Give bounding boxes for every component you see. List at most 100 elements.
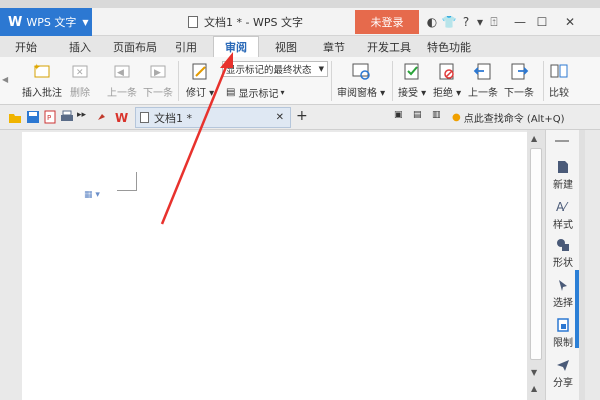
close-icon[interactable]: ✕	[560, 12, 580, 32]
reviewing-pane-icon	[351, 61, 371, 81]
prev-comment-button[interactable]: ◀ 上一条	[107, 61, 137, 99]
reviewing-pane-button[interactable]: 审阅窗格 ▾	[337, 61, 385, 99]
chevron-down-icon: ▼	[318, 65, 324, 73]
select-icon	[556, 278, 570, 292]
sidebar-item-styles[interactable]: A⁄ 样式	[546, 200, 580, 231]
print-icon[interactable]	[60, 110, 74, 124]
sidebar-collapse-icon[interactable]	[555, 140, 569, 142]
scroll-thumb[interactable]	[530, 148, 542, 360]
app-menu-button[interactable]: W WPS 文字 ▼	[0, 8, 92, 36]
tab-view[interactable]: 视图	[268, 36, 304, 57]
open-folder-icon[interactable]	[8, 110, 22, 124]
close-tab-icon[interactable]: ✕	[276, 112, 284, 123]
ribbon-separator	[543, 61, 544, 101]
sidebar-item-share[interactable]: 分享	[546, 358, 580, 389]
ribbon-separator	[178, 61, 179, 101]
window-title: 文档1 * - WPS 文字	[188, 8, 303, 36]
insert-comment-button[interactable]: ✦ 插入批注	[22, 61, 62, 99]
app-name: WPS 文字	[26, 16, 77, 29]
layout-icon[interactable]: ▤	[413, 110, 427, 124]
restrict-icon	[556, 318, 570, 332]
show-markup-icon: ▤	[226, 87, 236, 98]
export-pdf-icon[interactable]: P	[43, 110, 57, 124]
tab-developer[interactable]: 开发工具	[362, 36, 416, 57]
minimize-icon[interactable]: —	[510, 12, 530, 32]
ribbon-scroll-left-icon[interactable]: ◀	[2, 75, 8, 84]
find-command-box[interactable]: ● 点此查找命令 (Alt+Q)	[452, 110, 565, 125]
wps-logo-icon[interactable]: W	[115, 110, 129, 125]
sidebar-item-new[interactable]: 新建	[546, 160, 580, 191]
document-tab[interactable]: 文档1 * ✕	[135, 107, 291, 128]
next-change-button[interactable]: 下一条	[504, 61, 534, 99]
task-sidebar: 新建 A⁄ 样式 形状 选择 限制 分享	[545, 130, 579, 400]
title-bar: W WPS 文字 ▼ 文档1 * - WPS 文字 未登录 ◐ 👕 ? ▾ ⍐ …	[0, 8, 600, 36]
prev-change-button[interactable]: 上一条	[468, 61, 498, 99]
ribbon-separator	[392, 61, 393, 101]
tab-references[interactable]: 引用	[168, 36, 204, 57]
svg-text:▶: ▶	[154, 68, 161, 78]
login-button[interactable]: 未登录	[355, 10, 419, 34]
tab-chapter[interactable]: 章节	[316, 36, 352, 57]
prev-change-icon	[473, 61, 493, 81]
next-comment-button[interactable]: ▶ 下一条	[143, 61, 173, 99]
focus-icon[interactable]: ▥	[432, 110, 446, 124]
delete-label: 删除	[70, 88, 90, 99]
svg-text:✕: ✕	[76, 68, 84, 78]
tab-special[interactable]: 特色功能	[422, 36, 476, 57]
prev-page-icon[interactable]: ▲	[531, 384, 537, 393]
share-icon	[556, 358, 570, 372]
document-page[interactable]: ▦ ▾	[22, 132, 527, 400]
insert-comment-label: 插入批注	[22, 88, 62, 99]
more-tools-icon[interactable]: ▸▸	[77, 110, 91, 124]
compare-button[interactable]: 比较	[549, 61, 569, 99]
vertical-scrollbar[interactable]: ▲ ▼ ▲	[527, 130, 545, 400]
accept-icon	[402, 61, 422, 81]
reject-button[interactable]: 拒绝 ▾	[433, 61, 461, 99]
svg-text:W: W	[115, 111, 128, 124]
markup-mode-select[interactable]: 显示标记的最终状态 ▼	[222, 61, 328, 77]
tab-review[interactable]: 审阅	[213, 36, 259, 57]
review-ribbon: ✦ 插入批注 ✕ 删除 ◀ 上一条 ▶ 下一条 修订 ▾ 显示标记的最终状态 ▼…	[0, 57, 600, 105]
shapes-icon	[556, 238, 570, 252]
sidebar-item-shapes[interactable]: 形状	[546, 238, 580, 269]
save-icon[interactable]	[26, 110, 40, 124]
format-painter-icon[interactable]	[95, 110, 109, 124]
scroll-down-icon[interactable]: ▼	[531, 368, 537, 377]
accept-button[interactable]: 接受 ▾	[398, 61, 426, 99]
next-change-icon	[509, 61, 529, 81]
tab-home[interactable]: 开始	[8, 36, 44, 57]
chevron-down-icon: ▼	[82, 17, 89, 27]
scroll-up-icon[interactable]: ▲	[531, 134, 537, 143]
sidebar-label: 限制	[553, 338, 573, 349]
view-mode-icon[interactable]: ▣	[394, 110, 408, 124]
reject-icon	[437, 61, 457, 81]
tab-page-layout[interactable]: 页面布局	[108, 36, 162, 57]
sidebar-label: 形状	[553, 258, 573, 269]
comment-add-icon: ✦	[32, 61, 52, 81]
document-title: 文档1 * - WPS 文字	[204, 16, 303, 29]
chevron-down-icon: ▾	[280, 88, 285, 97]
show-markup-button[interactable]: ▤ 显示标记 ▾	[226, 85, 284, 100]
new-document-icon	[556, 160, 570, 174]
svg-text:◀: ◀	[117, 68, 124, 78]
top-strip	[0, 0, 600, 8]
wps-logo-icon: W	[8, 14, 23, 30]
find-command-label: 点此查找命令 (Alt+Q)	[463, 114, 565, 125]
prev-comment-icon: ◀	[112, 61, 132, 81]
delete-comment-button[interactable]: ✕ 删除	[70, 61, 90, 99]
svg-text:P: P	[47, 114, 51, 122]
tab-insert[interactable]: 插入	[62, 36, 98, 57]
track-changes-button[interactable]: 修订 ▾	[186, 61, 214, 99]
paragraph-layout-icon[interactable]: ▦ ▾	[84, 190, 100, 200]
sidebar-expand-handle[interactable]	[575, 270, 579, 348]
sidebar-label: 新建	[553, 180, 573, 191]
pin-icon[interactable]: ⍐	[484, 12, 504, 32]
track-changes-label: 修订 ▾	[186, 88, 215, 99]
prev-change-label: 上一条	[468, 88, 498, 99]
document-icon	[140, 112, 149, 123]
maximize-icon[interactable]: ☐	[532, 12, 552, 32]
new-tab-icon[interactable]: +	[296, 108, 308, 124]
margin-corner-mark	[117, 172, 137, 191]
next-comment-icon: ▶	[148, 61, 168, 81]
next-change-label: 下一条	[504, 88, 534, 99]
